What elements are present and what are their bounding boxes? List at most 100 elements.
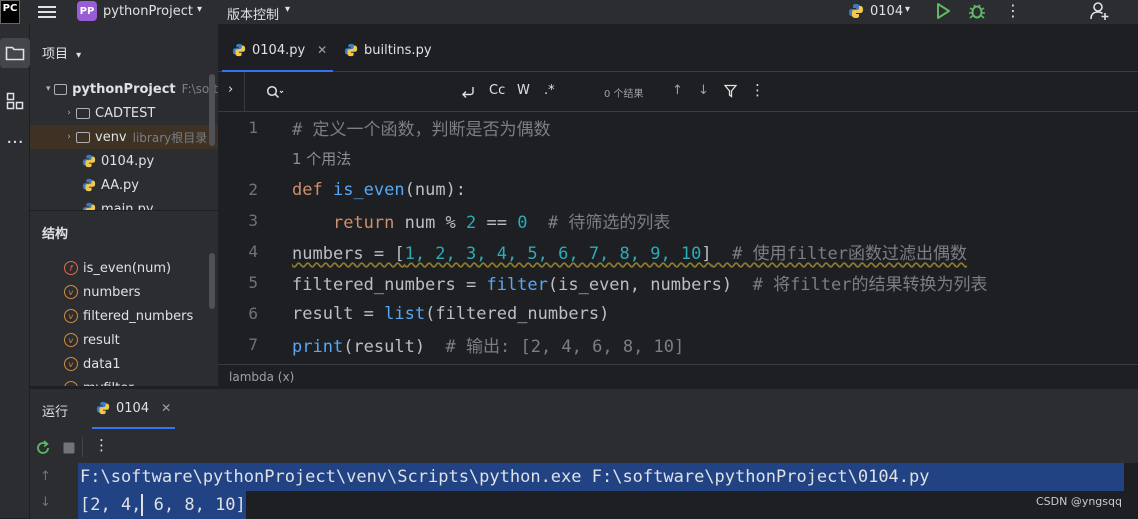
rerun-icon[interactable] xyxy=(34,439,52,457)
tree-item-aa-py[interactable]: AA.py xyxy=(30,173,218,197)
chevron-down-icon[interactable]: ▾ xyxy=(285,4,290,15)
variable-icon: v xyxy=(64,357,78,371)
chevron-right-icon[interactable]: › xyxy=(228,82,233,97)
tool-window-strip: ··· xyxy=(0,24,30,518)
arrow-up-icon[interactable]: ↑ xyxy=(672,83,683,98)
console-gutter: ↑ ↓ xyxy=(30,463,78,519)
project-tool-button[interactable] xyxy=(0,38,30,68)
title-bar: PC PP pythonProject ▾ 版本控制 ▾ 0104 ▾ ⋮ xyxy=(0,0,1138,24)
structure-icon xyxy=(6,92,24,110)
filter-icon[interactable] xyxy=(724,84,737,98)
structure-item-data1[interactable]: v data1 xyxy=(64,352,121,376)
console-output[interactable]: F:\software\pythonProject\venv\Scripts\p… xyxy=(78,463,1138,519)
console-line: [2, 4, 6, 8, 10] xyxy=(78,491,246,519)
find-bar: › Cc W .* 0 个结果 ↑ ↓ ⋮ xyxy=(218,72,1138,112)
tab-0104-py[interactable]: 0104.py ✕ xyxy=(222,38,333,72)
chevron-right-icon[interactable]: › xyxy=(62,132,76,142)
folder-icon xyxy=(5,45,25,61)
chevron-down-icon[interactable]: ▾ xyxy=(197,4,202,15)
debug-icon[interactable] xyxy=(968,2,986,20)
tree-item-venv[interactable]: › venv library根目录 xyxy=(30,125,218,149)
folder-icon xyxy=(76,108,90,119)
code-line: 1 # 定义一个函数，判断是否为偶数 xyxy=(218,112,1138,143)
search-input[interactable] xyxy=(290,80,450,104)
more-tools-icon[interactable]: ··· xyxy=(0,127,30,157)
run-toolbar: ⋮ xyxy=(30,433,1138,463)
chevron-down-icon[interactable]: ▾ xyxy=(905,4,910,15)
close-icon[interactable]: ✕ xyxy=(161,401,171,415)
regex-button[interactable]: .* xyxy=(544,83,555,98)
code-line: 7 print(result) # 输出: [2, 4, 6, 8, 10] xyxy=(218,329,1138,360)
python-file-icon xyxy=(232,43,246,57)
project-badge[interactable]: PP xyxy=(77,1,97,21)
add-user-icon[interactable] xyxy=(1090,1,1110,21)
code-line: 6 result = list(filtered_numbers) xyxy=(218,298,1138,329)
structure-panel-title: 结构 xyxy=(42,223,68,242)
chevron-down-icon[interactable]: ▾ xyxy=(42,84,54,94)
structure-item-filtered-numbers[interactable]: v filtered_numbers xyxy=(64,304,193,328)
structure-panel: 结构 f is_even(num) v numbers v filtered_n… xyxy=(30,210,218,386)
python-file-icon xyxy=(82,154,96,168)
run-icon[interactable] xyxy=(935,2,951,20)
function-icon: f xyxy=(64,261,78,275)
watermark: CSDN @yngsqq xyxy=(1036,495,1122,508)
arrow-down-icon[interactable]: ↓ xyxy=(40,495,51,510)
code-line: 4 numbers = [1, 2, 3, 4, 5, 6, 7, 8, 9, … xyxy=(218,236,1138,267)
python-file-icon xyxy=(344,43,358,57)
tree-item-cadtest[interactable]: › CADTEST xyxy=(30,101,218,125)
console-line: F:\software\pythonProject\venv\Scripts\p… xyxy=(78,463,1124,491)
more-options-icon[interactable]: ⋮ xyxy=(94,436,109,454)
stop-icon[interactable] xyxy=(62,441,76,455)
hamburger-menu-icon[interactable] xyxy=(38,4,56,20)
variable-icon: v xyxy=(64,309,78,323)
structure-item-result[interactable]: v result xyxy=(64,328,120,352)
structure-tool-button[interactable] xyxy=(0,86,30,116)
tree-item-project-root[interactable]: ▾ pythonProject F:\soft xyxy=(30,77,218,101)
code-line: 3 return num % 2 == 0 # 待筛选的列表 xyxy=(218,205,1138,236)
run-configuration[interactable]: 0104 xyxy=(870,4,903,19)
match-case-button[interactable]: Cc xyxy=(489,83,505,98)
project-name[interactable]: pythonProject xyxy=(103,4,193,19)
editor-tab-bar: 0104.py ✕ builtins.py xyxy=(218,24,1138,72)
variable-icon: v xyxy=(64,333,78,347)
run-panel-title: 运行 xyxy=(42,401,68,420)
chevron-right-icon[interactable]: › xyxy=(62,108,76,118)
folder-icon xyxy=(76,132,90,143)
structure-panel-scrollbar[interactable] xyxy=(209,253,215,309)
structure-item-numbers[interactable]: v numbers xyxy=(64,280,141,304)
code-line: 5 filtered_numbers = filter(is_even, num… xyxy=(218,267,1138,298)
structure-item-is-even[interactable]: f is_even(num) xyxy=(64,256,171,280)
code-line: 2 def is_even(num): xyxy=(218,174,1138,205)
arrow-up-icon[interactable]: ↑ xyxy=(40,469,51,484)
code-usage-hint[interactable]: 1 个用法 xyxy=(218,143,1138,174)
tree-item-main-py[interactable]: main.py xyxy=(30,197,218,210)
chevron-down-icon[interactable]: ▾ xyxy=(76,50,81,61)
project-panel-title[interactable]: 项目 ▾ xyxy=(42,43,81,62)
close-icon[interactable]: ✕ xyxy=(317,43,327,57)
newline-icon[interactable] xyxy=(460,85,476,99)
structure-item-myfilter[interactable]: v myfilter xyxy=(64,376,134,386)
pycharm-logo: PC xyxy=(0,0,20,24)
vcs-menu[interactable]: 版本控制 xyxy=(227,4,279,23)
python-file-icon xyxy=(82,178,96,192)
project-panel: 项目 ▾ ▾ pythonProject F:\soft › CADTEST ›… xyxy=(30,24,218,210)
more-options-icon[interactable]: ⋮ xyxy=(750,81,765,99)
whole-words-button[interactable]: W xyxy=(517,83,530,98)
folder-icon xyxy=(54,84,67,95)
project-panel-scrollbar[interactable] xyxy=(209,74,215,146)
variable-icon: v xyxy=(64,285,78,299)
python-file-icon xyxy=(82,202,96,210)
run-panel: 运行 0104 ✕ ⋮ ↑ ↓ F:\software\pythonProjec… xyxy=(30,388,1138,518)
python-file-icon xyxy=(848,3,864,19)
more-options-icon[interactable]: ⋮ xyxy=(1005,1,1021,20)
arrow-down-icon[interactable]: ↓ xyxy=(698,83,709,98)
tab-builtins-py[interactable]: builtins.py xyxy=(334,38,438,72)
code-editor[interactable]: 1 # 定义一个函数，判断是否为偶数 1 个用法 2 def is_even(n… xyxy=(218,112,1138,364)
tree-item-0104-py[interactable]: 0104.py xyxy=(30,149,218,173)
search-result-count: 0 个结果 xyxy=(604,85,644,100)
breadcrumb[interactable]: lambda (x) xyxy=(218,364,1138,388)
python-file-icon xyxy=(96,401,110,415)
search-icon[interactable] xyxy=(266,85,284,99)
run-tab-0104[interactable]: 0104 ✕ xyxy=(92,389,175,429)
variable-icon: v xyxy=(64,381,78,386)
